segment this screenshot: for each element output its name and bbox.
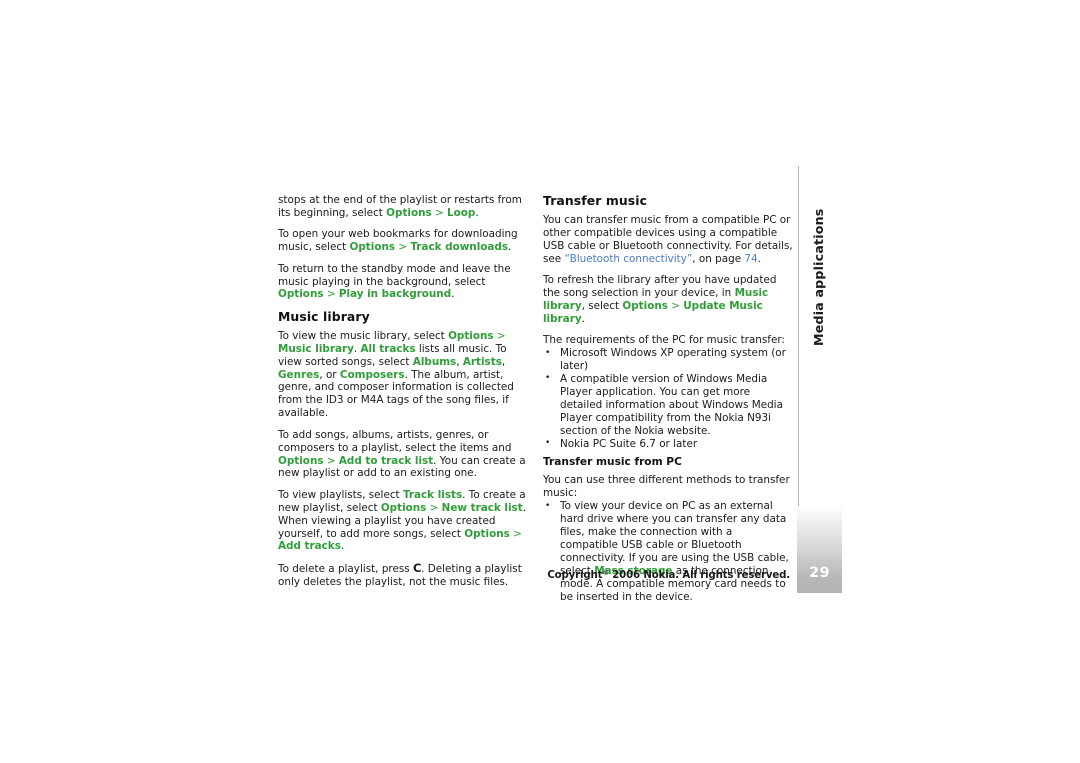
clear-key-icon: C <box>412 560 422 575</box>
paragraph-loop: stops at the end of the playlist or rest… <box>278 194 528 220</box>
menu-ref-options: Options <box>386 206 432 219</box>
list-item: A compatible version of Windows Media Pl… <box>543 372 793 438</box>
menu-ref-track-lists: Track lists <box>402 488 463 501</box>
menu-ref-all-tracks: All tracks <box>360 342 416 355</box>
text-run: , on page <box>692 252 745 265</box>
menu-ref-composers: Composers <box>339 368 405 381</box>
text-run: , <box>501 355 506 368</box>
text-run: To add songs, albums, artists, genres, o… <box>278 428 512 454</box>
page-number-block: 29 <box>797 506 842 593</box>
text-run: To view playlists, select <box>278 488 403 501</box>
paragraph-bookmarks: To open your web bookmarks for downloadi… <box>278 228 528 254</box>
menu-separator: > <box>667 299 684 312</box>
text-run: To return to the standby mode and leave … <box>278 262 511 288</box>
text-run: . <box>508 241 512 254</box>
menu-ref-options: Options <box>380 501 427 514</box>
text-run: , or <box>319 368 340 381</box>
menu-ref-add-to-track-list: Add to track list <box>338 454 434 467</box>
menu-ref-genres: Genres <box>278 368 320 381</box>
menu-ref-add-tracks: Add tracks <box>278 540 341 553</box>
paragraph-view-playlists: To view playlists, select Track lists. T… <box>278 489 528 554</box>
text-run: . <box>757 252 761 265</box>
paragraph-transfer-intro: You can transfer music from a compatible… <box>543 214 793 266</box>
text-run: . <box>475 206 479 219</box>
menu-separator: > <box>395 241 411 254</box>
menu-ref-loop: Loop <box>447 206 476 219</box>
page-number: 29 <box>809 565 830 581</box>
paragraph-methods-intro: You can use three different methods to t… <box>543 474 790 500</box>
menu-ref-new-track-list: New track list <box>441 501 523 514</box>
subheading-transfer-music-from-pc: Transfer music from PC <box>543 456 682 469</box>
methods-list: To view your device on PC as an external… <box>543 500 793 603</box>
document-page: stops at the end of the playlist or rest… <box>0 0 1080 763</box>
menu-separator: > <box>323 288 339 301</box>
paragraph-add-songs: To add songs, albums, artists, genres, o… <box>278 429 528 481</box>
paragraph-standby: To return to the standby mode and leave … <box>278 263 528 302</box>
paragraph-requirements-intro: The requirements of the PC for music tra… <box>543 334 785 347</box>
paragraph-view-library: To view the music library, select Option… <box>278 330 528 420</box>
text-run: Copyright <box>547 570 603 582</box>
cross-reference-link-bluetooth-connectivity[interactable]: “Bluetooth connectivity” <box>565 253 693 265</box>
heading-music-library: Music library <box>278 308 370 324</box>
menu-separator: > <box>323 454 339 467</box>
right-text-column: Transfer music You can transfer music fr… <box>543 194 793 603</box>
menu-separator: > <box>493 329 506 342</box>
text-run: , <box>456 355 463 368</box>
menu-ref-track-downloads: Track downloads <box>410 241 509 254</box>
side-rail-divider <box>798 166 799 506</box>
paragraph-refresh-library: To refresh the library after you have up… <box>543 274 793 326</box>
text-run: To view the music library, select <box>278 329 449 342</box>
menu-ref-artists: Artists <box>462 355 502 368</box>
menu-ref-options: Options <box>278 454 324 467</box>
menu-ref-play-in-background: Play in background <box>338 288 452 301</box>
text-run: . <box>451 288 455 301</box>
menu-separator: > <box>509 527 522 540</box>
menu-ref-options: Options <box>278 288 324 301</box>
footer-copyright: Copyright© 2006 Nokia. All rights reserv… <box>430 569 790 581</box>
menu-ref-options: Options <box>448 329 494 342</box>
menu-ref-albums: Albums <box>412 355 457 368</box>
left-text-column: stops at the end of the playlist or rest… <box>278 194 528 597</box>
menu-ref-options: Options <box>464 527 510 540</box>
text-run: . <box>340 540 345 553</box>
menu-ref-options: Options <box>349 241 396 254</box>
cross-reference-page-link[interactable]: 74 <box>744 253 757 265</box>
text-run: 2006 Nokia. All rights reserved. <box>608 570 790 582</box>
text-run: To delete a playlist, press <box>278 562 413 575</box>
requirements-list: Microsoft Windows XP operating system (o… <box>543 347 793 450</box>
list-item: Microsoft Windows XP operating system (o… <box>543 347 793 373</box>
menu-separator: > <box>426 501 442 514</box>
list-item: To view your device on PC as an external… <box>543 500 793 603</box>
text-run: , select <box>581 299 623 312</box>
menu-ref-options: Options <box>622 299 668 312</box>
text-run: . <box>581 312 585 325</box>
menu-ref-music-library: Music library <box>278 342 354 355</box>
chapter-tab-label: Media applications <box>811 208 826 346</box>
menu-separator: > <box>431 206 448 219</box>
list-item: Nokia PC Suite 6.7 or later <box>543 437 793 451</box>
heading-transfer-music: Transfer music <box>543 193 648 208</box>
